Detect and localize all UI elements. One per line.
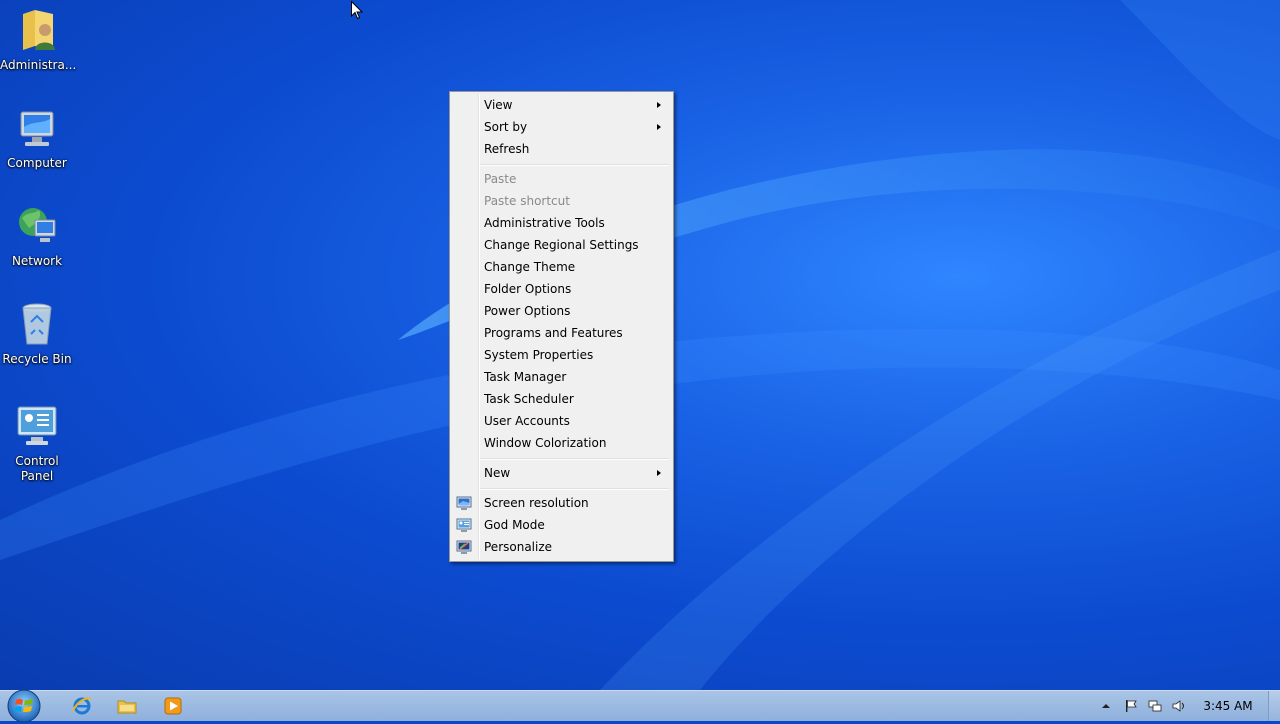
menu-item-label: Change Theme [484,260,576,274]
menu-item-personalize[interactable]: Personalize [452,536,671,558]
menu-item-label: Paste [484,172,517,186]
menu-item-refresh[interactable]: Refresh [452,138,671,160]
submenu-arrow-icon [657,124,661,130]
menu-item-god-mode[interactable]: God Mode [452,514,671,536]
desktop-icon-recycle-bin[interactable]: Recycle Bin [0,300,74,367]
menu-item-label: Power Options [484,304,571,318]
show-hidden-icons-icon[interactable] [1101,699,1115,713]
menu-item-power-options[interactable]: Power Options [452,300,671,322]
desktop-context-menu: View Sort by Refresh Paste Paste shortcu… [449,91,674,562]
action-center-flag-icon[interactable] [1124,699,1138,713]
menu-item-screen-resolution[interactable]: Screen resolution [452,492,671,514]
desktop-icon-label: Control Panel [15,454,59,483]
menu-item-task-manager[interactable]: Task Manager [452,366,671,388]
menu-item-label: System Properties [484,348,594,362]
desktop-icon-control-panel[interactable]: Control Panel [0,402,74,484]
menu-item-label: User Accounts [484,414,570,428]
personalize-icon [456,540,472,554]
menu-item-programs-and-features[interactable]: Programs and Features [452,322,671,344]
menu-item-folder-options[interactable]: Folder Options [452,278,671,300]
menu-item-view[interactable]: View [452,94,671,116]
computer-icon [20,111,54,146]
menu-item-sort-by[interactable]: Sort by [452,116,671,138]
menu-item-user-accounts[interactable]: User Accounts [452,410,671,432]
volume-icon[interactable] [1172,699,1186,713]
folder-icon[interactable] [116,695,138,717]
menu-item-administrative-tools[interactable]: Administrative Tools [452,212,671,234]
menu-item-paste: Paste [452,168,671,190]
god-mode-icon [456,518,472,532]
desktop-icon-label: Administra... [0,58,77,72]
menu-item-label: Task Scheduler [484,392,574,406]
menu-item-label: Programs and Features [484,326,623,340]
menu-item-change-theme[interactable]: Change Theme [452,256,671,278]
taskbar: 3:45 AM [0,688,1280,724]
menu-item-label: New [484,466,511,480]
menu-item-label: Screen resolution [484,496,589,510]
menu-separator [480,488,669,490]
menu-item-change-regional-settings[interactable]: Change Regional Settings [452,234,671,256]
show-desktop-button[interactable] [1268,691,1280,721]
desktop-icon-user-folder[interactable]: Administra... [0,6,77,73]
desktop[interactable]: Administra... Computer Network Recycle B… [0,0,1280,690]
menu-item-paste-shortcut: Paste shortcut [452,190,671,212]
menu-item-window-colorization[interactable]: Window Colorization [452,432,671,454]
desktop-icon-network[interactable]: Network [0,202,74,269]
desktop-icon-label: Computer [7,156,67,170]
menu-item-label: Administrative Tools [484,216,605,230]
menu-item-label: Window Colorization [484,436,607,450]
submenu-arrow-icon [657,102,661,108]
menu-item-label: Change Regional Settings [484,238,639,252]
menu-item-new[interactable]: New [452,462,671,484]
media-player-icon[interactable] [162,695,184,717]
desktop-icon-label: Recycle Bin [2,352,72,366]
menu-item-label: Task Manager [484,370,567,384]
desktop-icon-computer[interactable]: Computer [0,104,74,171]
submenu-arrow-icon [657,470,661,476]
menu-item-label: Personalize [484,540,553,554]
internet-explorer-icon[interactable] [71,695,93,717]
start-orb-icon[interactable] [6,688,42,724]
menu-item-label: View [484,98,513,112]
menu-item-label: Sort by [484,120,528,134]
menu-separator [480,164,669,166]
menu-item-label: Refresh [484,142,530,156]
network-icon [19,208,56,242]
recycle-bin-icon [22,303,52,345]
user-folder-icon [23,10,55,50]
mouse-cursor-icon [351,1,363,20]
menu-item-label: Paste shortcut [484,194,570,208]
desktop-icon-label: Network [11,254,63,268]
menu-item-label: Folder Options [484,282,572,296]
menu-item-system-properties[interactable]: System Properties [452,344,671,366]
menu-item-task-scheduler[interactable]: Task Scheduler [452,388,671,410]
menu-separator [480,458,669,460]
network-tray-icon[interactable] [1148,699,1162,713]
menu-item-label: God Mode [484,518,545,532]
taskbar-clock[interactable]: 3:45 AM [1198,691,1258,721]
screen-resolution-icon [456,496,472,510]
control-panel-icon [17,406,57,445]
